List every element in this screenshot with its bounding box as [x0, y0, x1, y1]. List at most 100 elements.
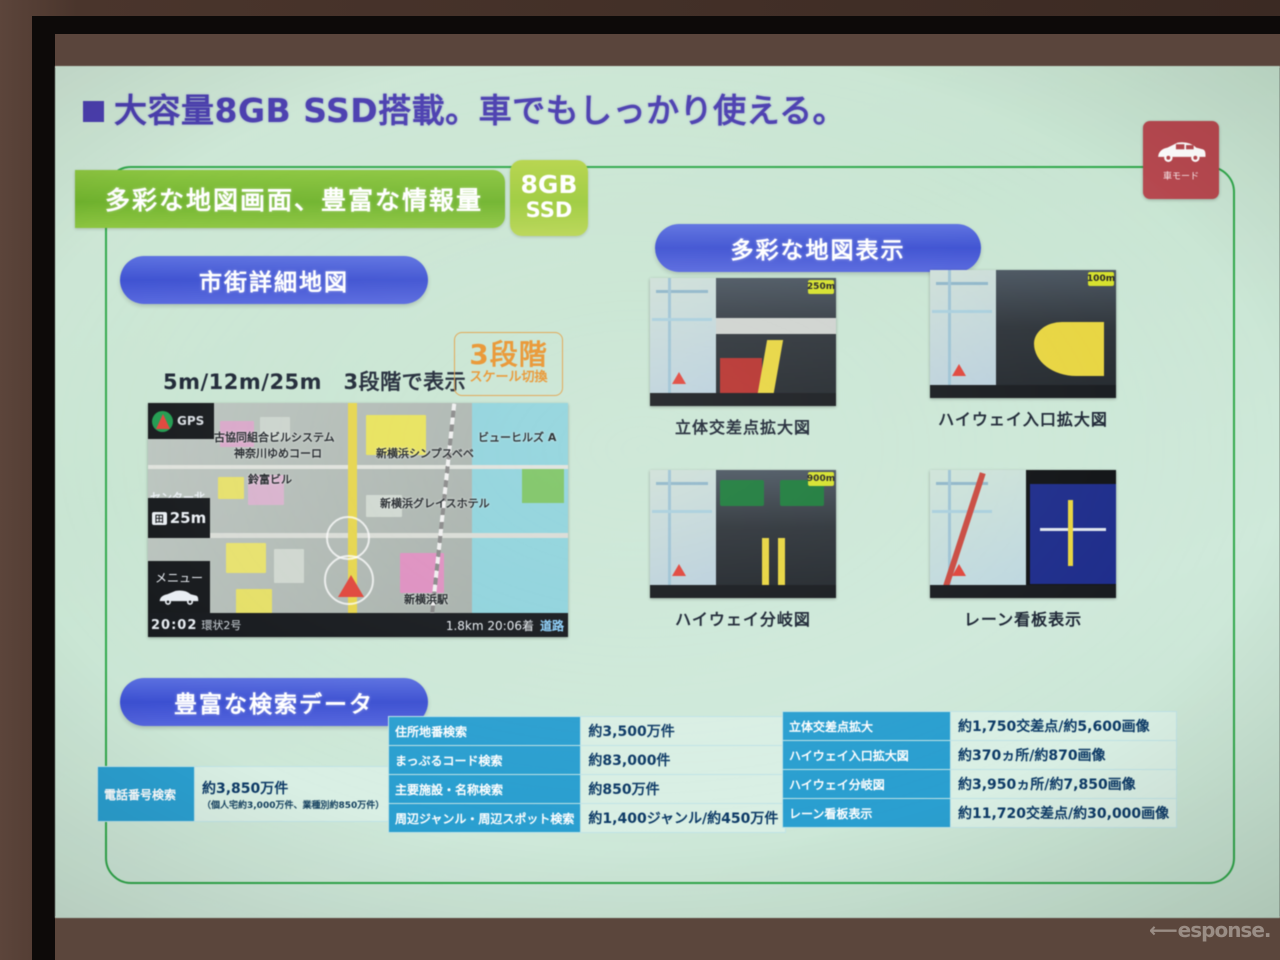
- nav-screenshot: [930, 470, 1116, 598]
- table-key: 電話番号検索: [97, 766, 195, 822]
- three-step-badge: 3段階 スケール切換: [454, 332, 563, 396]
- status-bar: [930, 585, 1116, 598]
- menu-button[interactable]: メニュー: [148, 561, 210, 613]
- pill-city-map-label: 市街詳細地図: [199, 270, 349, 296]
- status-distance: 1.8km: [445, 618, 484, 633]
- map-block: [226, 543, 266, 573]
- map-block: [274, 549, 304, 583]
- phone-count: 約3,850万件: [202, 780, 289, 797]
- table-key: まっぷるコード検索: [387, 745, 582, 775]
- pill-varied-maps: 多彩な地図表示: [655, 224, 981, 272]
- map-icon: 田: [151, 511, 167, 525]
- map-poi-label: 古協同組合ビルシステム: [214, 431, 335, 444]
- thumbnail-caption: ハイウェイ分岐図: [675, 610, 811, 629]
- table-row: まっぷるコード検索 約83,000件: [387, 745, 787, 775]
- status-bar: [650, 393, 836, 406]
- thumbnail-highway-branch: 900m ハイウェイ分岐図: [650, 470, 836, 630]
- table-row: レーン看板表示 約11,720交差点/約30,000画像: [782, 798, 1178, 828]
- scale-badge: 100m: [1086, 272, 1116, 286]
- section-banner-label: 多彩な地図画面、豊富な情報量: [105, 186, 484, 215]
- slide-canvas: 大容量8GB SSD搭載。車でもしっかり使える。 車モード 多彩な地図画面、豊富…: [55, 66, 1280, 918]
- table-key: レーン看板表示: [782, 798, 951, 828]
- thumbnail-lane-signboard: レーン看板表示: [930, 470, 1116, 630]
- red-lane: [720, 358, 762, 398]
- table-key: 主要施設・名称検索: [387, 774, 582, 804]
- status-bar: [650, 585, 836, 598]
- phone-search-table: 電話番号検索 約3,850万件 （個人宅約3,000万件、業種別約850万件）: [97, 766, 393, 822]
- status-time: 20:02: [151, 617, 198, 633]
- thumbnail-caption: ハイウェイ入口拡大図: [938, 410, 1108, 429]
- map-image-data-table: 立体交差点拡大 約1,750交差点/約5,600画像 ハイウェイ入口拡大図 約3…: [782, 711, 1178, 828]
- thumbnail-caption: 立体交差点拡大図: [674, 418, 811, 437]
- menu-label: メニュー: [154, 570, 203, 585]
- map-poi-label: 新横浜グレイスホテル: [380, 497, 490, 510]
- map-poi-label: ビューヒルズ A: [478, 431, 557, 444]
- watermark-text: esponse.: [1177, 918, 1272, 942]
- table-key: ハイウェイ分岐図: [782, 769, 951, 799]
- table-row: 立体交差点拡大 約1,750交差点/約5,600画像: [782, 711, 1178, 741]
- table-row: ハイウェイ入口拡大図 約370ヵ所/約870画像: [782, 740, 1178, 770]
- compass-icon: [152, 410, 173, 432]
- watermark-arrow-icon: ⟶: [1150, 918, 1178, 942]
- watermark: ⟶esponse.: [1150, 918, 1272, 942]
- nav-screenshot: 900m: [650, 470, 836, 598]
- city-map-screenshot: 古協同組合ビルシステム 神奈川ゆめコーロ 鈴富ビル 新横浜シンプスベベ ビューヒ…: [148, 403, 568, 637]
- scale-badge: 900m: [806, 472, 836, 486]
- status-bar: 20:02 環状2号 1.8km 20:06着 道路: [148, 613, 568, 637]
- car-icon: [159, 590, 199, 605]
- overpass: [716, 318, 836, 334]
- lane-guidance-panel: [1030, 484, 1116, 584]
- direction-sign: [720, 480, 764, 506]
- map-poi-label: 鈴富ビル: [248, 473, 292, 486]
- table-value: 約11,720交差点/約30,000画像: [949, 798, 1178, 828]
- car-icon: [1158, 142, 1206, 162]
- mini-map: [650, 470, 716, 598]
- pill-search-data: 豊富な検索データ: [120, 678, 428, 726]
- table-row: 住所地番検索 約3,500万件: [387, 716, 787, 746]
- phone-count-detail: （個人宅約3,000万件、業種別約850万件）: [202, 800, 385, 811]
- mini-map: [650, 278, 716, 406]
- car-mode-badge: 車モード: [1143, 121, 1219, 199]
- table-key: ハイウェイ入口拡大図: [782, 740, 951, 770]
- table-value: 約370ヵ所/約870画像: [949, 740, 1178, 770]
- thumbnail-junction: 250m 立体交差点拡大図: [650, 278, 836, 438]
- search-data-table: 住所地番検索 約3,500万件 まっぷるコード検索 約83,000件 主要施設・…: [387, 716, 787, 833]
- screen-band-bottom: [55, 916, 1280, 960]
- map-park-area: [522, 465, 564, 503]
- table-key: 周辺ジャンル・周辺スポット検索: [387, 803, 582, 833]
- projected-slide-photo: 大容量8GB SSD搭載。車でもしっかり使える。 車モード 多彩な地図画面、豊富…: [0, 0, 1280, 960]
- screen-band-top: [55, 34, 1280, 68]
- three-step-title: 3段階: [469, 337, 548, 371]
- table-value: 約3,850万件 （個人宅約3,000万件、業種別約850万件）: [193, 766, 393, 822]
- scale-description: 5m/12m/25m 3段階で表示: [163, 370, 467, 394]
- pill-varied-maps-label: 多彩な地図表示: [730, 238, 906, 264]
- gps-label: GPS: [177, 414, 205, 428]
- map-road: [148, 465, 568, 469]
- nav-screenshot: 100m: [930, 270, 1116, 398]
- map-vehicle-marker: [338, 575, 364, 597]
- title-bullet-icon: [83, 100, 104, 122]
- scale-indicator[interactable]: 田 25m: [148, 498, 210, 538]
- map-block: [236, 589, 272, 615]
- table-value: 約3,500万件: [580, 716, 787, 746]
- table-key: 立体交差点拡大: [782, 711, 951, 741]
- table-value: 約1,400ジャンル/約450万件: [580, 803, 787, 833]
- table-row: 周辺ジャンル・周辺スポット検索 約1,400ジャンル/約450万件: [387, 803, 787, 833]
- status-distance-eta: 1.8km 20:06着: [446, 617, 534, 634]
- map-block: [218, 477, 244, 499]
- table-row: 主要施設・名称検索 約850万件: [387, 774, 787, 804]
- scale-badge: 250m: [806, 280, 836, 294]
- pill-search-data-label: 豊富な検索データ: [174, 692, 374, 718]
- table-row: 電話番号検索 約3,850万件 （個人宅約3,000万件、業種別約850万件）: [97, 766, 393, 822]
- mini-map: [930, 270, 996, 398]
- scale-value: 25m: [169, 509, 207, 527]
- table-value: 約1,750交差点/約5,600画像: [949, 711, 1178, 741]
- map-poi-label: 新横浜駅: [404, 593, 448, 606]
- table-row: ハイウェイ分岐図 約3,950ヵ所/約7,850画像: [782, 769, 1178, 799]
- nav-screenshot: 250m: [650, 278, 836, 406]
- page-title: 大容量8GB SSD搭載。車でもしっかり使える。: [83, 84, 1183, 132]
- ssd-type: SSD: [525, 198, 573, 223]
- status-road: 環状2号: [201, 619, 242, 632]
- three-step-subtitle: スケール切換: [469, 369, 548, 385]
- route-lane: [762, 538, 769, 588]
